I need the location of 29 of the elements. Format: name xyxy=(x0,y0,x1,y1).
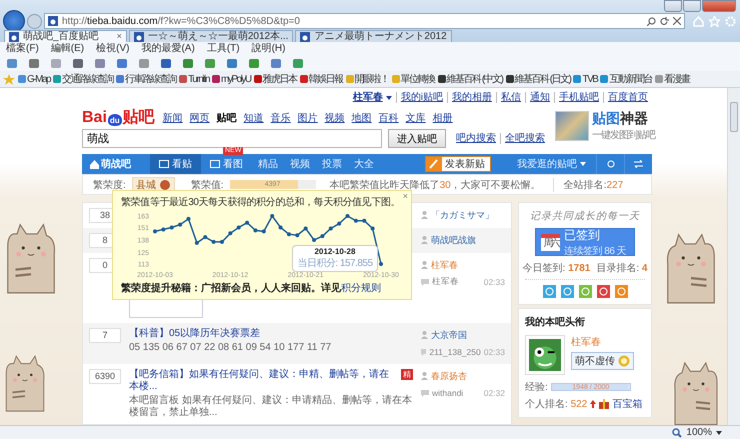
level-name: 县城 xyxy=(136,178,156,192)
reply-time: 02:33 xyxy=(484,347,505,357)
calendar-icon: 周六 xyxy=(541,234,560,250)
motto-text: 记录共同成长的每一天 xyxy=(529,210,641,223)
personal-rank: 个人排名: 522 xyxy=(525,398,588,411)
title-name: 萌不虚传 xyxy=(575,354,615,368)
prosperity-label: 繁荣度: xyxy=(93,178,126,192)
site-rank: 全站排名:227 xyxy=(552,178,624,192)
directory-rank: 目录排名: 4 xyxy=(596,262,648,275)
reply-time: 02:33 xyxy=(484,277,505,287)
post-excerpt: 本吧留言板 如果有任何疑问、建议：申请精品、删帖等，请在本楼留言，禁止单独... xyxy=(129,395,413,419)
reply-time: 02:32 xyxy=(484,388,505,398)
post-excerpt: 05 135 06 67 07 22 08 61 09 54 10 177 11 77 xyxy=(129,342,332,354)
chart-tooltip: 2012-10-28 当日积分: 157.855 xyxy=(292,244,378,272)
prosperity-value-label: 繁荣值: xyxy=(190,178,224,192)
prosperity-notice: 本吧繁荣值比昨天降低了30，大家可不要松懈。 xyxy=(330,178,541,192)
reply-count: 6390 xyxy=(89,369,121,384)
last-replier: withandi xyxy=(432,388,464,398)
reply-count: 7 xyxy=(89,328,121,343)
experience-label: 经验: xyxy=(525,381,548,394)
today-signins: 今日签到: 1781 xyxy=(522,262,590,275)
popup-text: 繁荣值等于最近30天每天获得的积分的总和，每天积分值见下图。 xyxy=(121,196,402,209)
ad-title: 贴图神器 xyxy=(592,110,649,128)
last-replier: 211_138_250 xyxy=(429,347,481,357)
title-card-heading: 我的本吧头衔 xyxy=(525,316,586,329)
popup-tip: 繁荣度提升秘籍：广招新会员，人人来回贴。详见积分规则 xyxy=(121,281,382,295)
last-replier: 柱军春 xyxy=(432,276,459,288)
ad-subtitle: 一键发图到贴吧 xyxy=(592,128,655,142)
featured-tag: 精 xyxy=(401,369,413,380)
